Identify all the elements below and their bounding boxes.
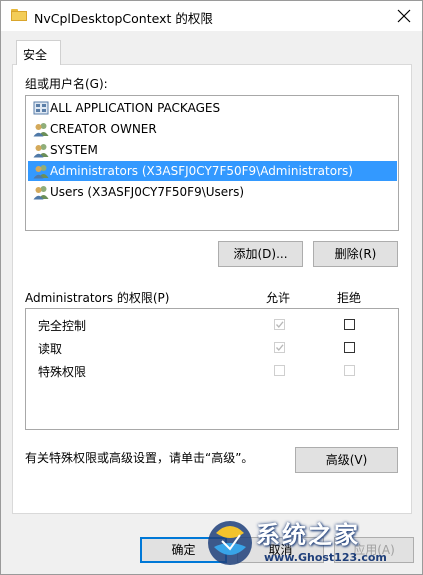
allow-header: 允许 [266,291,291,305]
list-item[interactable]: Users (X3ASFJ0CY7F50F9\Users) [28,182,397,202]
list-item-label: SYSTEM [50,143,98,157]
deny-special-checkbox [344,365,355,376]
users-icon [33,144,49,158]
add-button[interactable]: 添加(D)... [218,241,303,267]
groups-label: 组或用户名(G): [25,77,108,91]
permissions-list: 完全控制 读取 特殊权限 [25,308,399,430]
watermark-brand: 系统之家 [256,521,360,549]
permission-name: 读取 [38,342,63,356]
tab-security[interactable]: 安全 [16,40,61,65]
advanced-button[interactable]: 高级(V) [295,447,398,473]
folder-icon [11,9,27,21]
users-icon [33,186,49,200]
advanced-note: 有关特殊权限或高级设置，请单击“高级”。 [25,451,254,465]
deny-full-control-checkbox[interactable] [344,319,355,330]
list-item[interactable]: ALL APPLICATION PACKAGES [28,98,397,118]
close-icon [397,9,411,23]
list-item-label: Users (X3ASFJ0CY7F50F9\Users) [50,185,245,199]
users-icon [33,165,49,179]
title-bar[interactable]: NvCplDesktopContext 的权限 [1,1,422,31]
list-item[interactable]: SYSTEM [28,140,397,160]
permission-row: 读取 [26,336,398,358]
allow-full-control-checkbox [274,319,285,330]
watermark: 系统之家 www.Ghost123.com [206,513,421,573]
list-item[interactable]: CREATOR OWNER [28,119,397,139]
list-item-label: CREATOR OWNER [50,122,157,136]
permission-name: 完全控制 [38,319,87,333]
check-icon [276,321,284,328]
users-icon [33,123,49,137]
deny-read-checkbox[interactable] [344,342,355,353]
list-item-label: Administrators (X3ASFJ0CY7F50F9\Administ… [50,164,353,178]
close-button[interactable] [386,1,422,31]
permission-row: 特殊权限 [26,359,398,381]
permissions-dialog: NvCplDesktopContext 的权限 安全 组或用户名(G): ALL… [0,0,423,575]
app-packages-icon [33,101,49,115]
permission-row: 完全控制 [26,313,398,335]
watermark-url: www.Ghost123.com [264,551,387,564]
check-icon [276,344,284,351]
deny-header: 拒绝 [337,291,362,305]
window-title: NvCplDesktopContext 的权限 [34,11,213,26]
tab-security-label: 安全 [23,48,48,62]
remove-button[interactable]: 删除(R) [313,241,398,267]
allow-read-checkbox [274,342,285,353]
allow-special-checkbox [274,365,285,376]
permissions-label: Administrators 的权限(P) [25,291,170,305]
permission-name: 特殊权限 [38,365,87,379]
groups-listbox[interactable]: ALL APPLICATION PACKAGES CREATOR OWNER S… [25,95,399,231]
list-item-label: ALL APPLICATION PACKAGES [50,101,221,115]
list-item-selected[interactable]: Administrators (X3ASFJ0CY7F50F9\Administ… [28,161,397,181]
